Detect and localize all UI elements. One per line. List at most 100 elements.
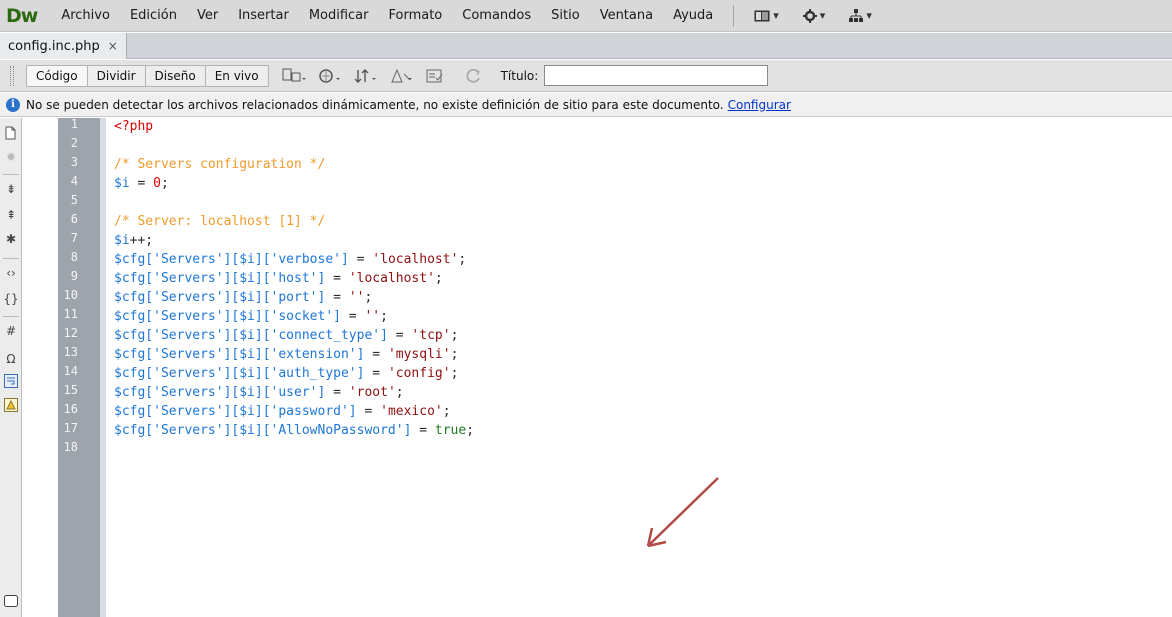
- code-semicolon: ;: [450, 366, 459, 381]
- code-operator: =: [325, 385, 349, 400]
- configure-link[interactable]: Configurar: [728, 98, 791, 112]
- file-management-icon[interactable]: [353, 66, 379, 86]
- title-input[interactable]: [544, 65, 769, 86]
- info-message: No se pueden detectar los archivos relac…: [26, 97, 724, 112]
- code-line: /* Servers configuration */: [114, 155, 325, 174]
- gear-icon[interactable]: ▾: [791, 8, 838, 23]
- code-string: 'tcp': [411, 328, 451, 343]
- code-semicolon: ;: [466, 423, 475, 438]
- close-icon[interactable]: ×: [108, 39, 118, 53]
- code-comment: /* Servers configuration */: [114, 157, 326, 172]
- menu-modificar[interactable]: Modificar: [299, 0, 379, 32]
- tab-filename: config.inc.php: [8, 38, 100, 54]
- menu-formato[interactable]: Formato: [379, 0, 453, 32]
- line-number: 13: [63, 345, 78, 359]
- refresh-icon[interactable]: [461, 66, 487, 86]
- select-parent-tag-icon[interactable]: ‹›: [2, 264, 20, 282]
- sidebar-divider: [3, 316, 19, 317]
- live-view-button[interactable]: En vivo: [205, 64, 269, 87]
- title-label: Título:: [500, 68, 539, 83]
- code-operator: =: [129, 176, 154, 191]
- code-line: $cfg['Servers'][$i]['port'] = '';: [114, 288, 372, 307]
- sun-icon[interactable]: ✹: [2, 148, 20, 166]
- line-number: 7: [70, 231, 78, 245]
- apply-comment-icon[interactable]: [2, 592, 20, 610]
- code-semicolon: ;: [450, 347, 459, 362]
- view-switcher: Código Dividir Diseño En vivo: [26, 64, 269, 87]
- collapse-selection-icon[interactable]: ⇞: [2, 206, 20, 224]
- line-number: 4: [70, 174, 78, 188]
- code-string: '': [348, 290, 365, 305]
- split-view-button[interactable]: Dividir: [87, 64, 146, 87]
- code-string: 'localhost': [372, 252, 459, 267]
- toolbar-grip[interactable]: [10, 65, 14, 86]
- code-line: $cfg['Servers'][$i]['AllowNoPassword'] =…: [114, 421, 474, 440]
- line-number: 8: [70, 250, 78, 264]
- code-view-button[interactable]: Código: [26, 64, 88, 87]
- site-icon[interactable]: ▾: [837, 8, 884, 23]
- code-operator: =: [325, 271, 349, 286]
- syntax-error-alert-icon[interactable]: [2, 396, 20, 414]
- collapse-full-tag-icon[interactable]: ⇟: [2, 180, 20, 198]
- code-array-access: $cfg['Servers'][$i]['connect_type']: [114, 328, 388, 343]
- balance-braces-icon[interactable]: {}: [2, 290, 20, 308]
- code-operator: =: [411, 423, 435, 438]
- multiscreen-icon[interactable]: [281, 66, 307, 86]
- inspect-icon[interactable]: [389, 66, 415, 86]
- line-number: 5: [70, 193, 78, 207]
- info-icon: i: [6, 97, 20, 112]
- layout-switcher-icon[interactable]: ▾: [742, 9, 791, 22]
- code-array-access: $cfg['Servers'][$i]['user']: [114, 385, 326, 400]
- menu-comandos[interactable]: Comandos: [452, 0, 541, 32]
- code-operator: =: [340, 309, 365, 324]
- open-documents-icon[interactable]: [2, 124, 20, 142]
- code-line: $cfg['Servers'][$i]['connect_type'] = 't…: [114, 326, 458, 345]
- code-line: $cfg['Servers'][$i]['extension'] = 'mysq…: [114, 345, 458, 364]
- document-tab[interactable]: config.inc.php ×: [0, 33, 127, 59]
- menu-sitio[interactable]: Sitio: [541, 0, 590, 32]
- code-operator: =: [356, 404, 381, 419]
- code-array-access: $cfg['Servers'][$i]['auth_type']: [114, 366, 365, 381]
- code-semicolon: ;: [364, 290, 373, 305]
- code-string: '': [364, 309, 381, 324]
- line-number: 18: [63, 440, 78, 454]
- code-array-access: $cfg['Servers'][$i]['password']: [114, 404, 357, 419]
- code-string: 'root': [348, 385, 396, 400]
- expand-all-icon[interactable]: ✱: [2, 230, 20, 248]
- info-bar: i No se pueden detectar los archivos rel…: [0, 93, 1172, 117]
- code-string: 'config': [387, 366, 451, 381]
- word-wrap-icon[interactable]: [2, 372, 20, 390]
- code-array-access: $cfg['Servers'][$i]['extension']: [114, 347, 365, 362]
- php-open-tag: <?php: [114, 119, 154, 134]
- menu-bar: Dw Archivo Edición Ver Insertar Modifica…: [0, 0, 1172, 32]
- code-collapse-strip[interactable]: [100, 118, 106, 617]
- line-number: 17: [63, 421, 78, 435]
- menu-ayuda[interactable]: Ayuda: [663, 0, 723, 32]
- code-operator: =: [364, 366, 388, 381]
- validate-markup-icon[interactable]: [425, 66, 451, 86]
- line-number: 16: [63, 402, 78, 416]
- code-operator: =: [387, 328, 412, 343]
- preview-browser-icon[interactable]: [317, 66, 343, 86]
- menu-ver[interactable]: Ver: [187, 0, 228, 32]
- menu-archivo[interactable]: Archivo: [51, 0, 120, 32]
- code-string: 'mysqli': [387, 347, 451, 362]
- menu-ventana[interactable]: Ventana: [590, 0, 663, 32]
- code-array-access: $cfg['Servers'][$i]['AllowNoPassword']: [114, 423, 412, 438]
- menu-insertar[interactable]: Insertar: [228, 0, 299, 32]
- code-variable: $i: [114, 233, 130, 248]
- line-number: 12: [63, 326, 78, 340]
- design-view-button[interactable]: Diseño: [145, 64, 206, 87]
- line-number: 1: [70, 117, 78, 131]
- code-line: /* Server: localhost [1] */: [114, 212, 325, 231]
- code-line: $cfg['Servers'][$i]['verbose'] = 'localh…: [114, 250, 466, 269]
- code-line: $cfg['Servers'][$i]['host'] = 'localhost…: [114, 269, 443, 288]
- code-keyword: true: [434, 423, 467, 438]
- code-variable: $i: [114, 176, 130, 191]
- code-operator: =: [348, 252, 373, 267]
- code-array-access: $cfg['Servers'][$i]['socket']: [114, 309, 341, 324]
- line-numbers-icon[interactable]: #: [2, 322, 20, 340]
- menu-edicion[interactable]: Edición: [120, 0, 187, 32]
- highlight-invalid-code-icon[interactable]: Ω: [2, 350, 20, 368]
- line-number: 9: [70, 269, 78, 283]
